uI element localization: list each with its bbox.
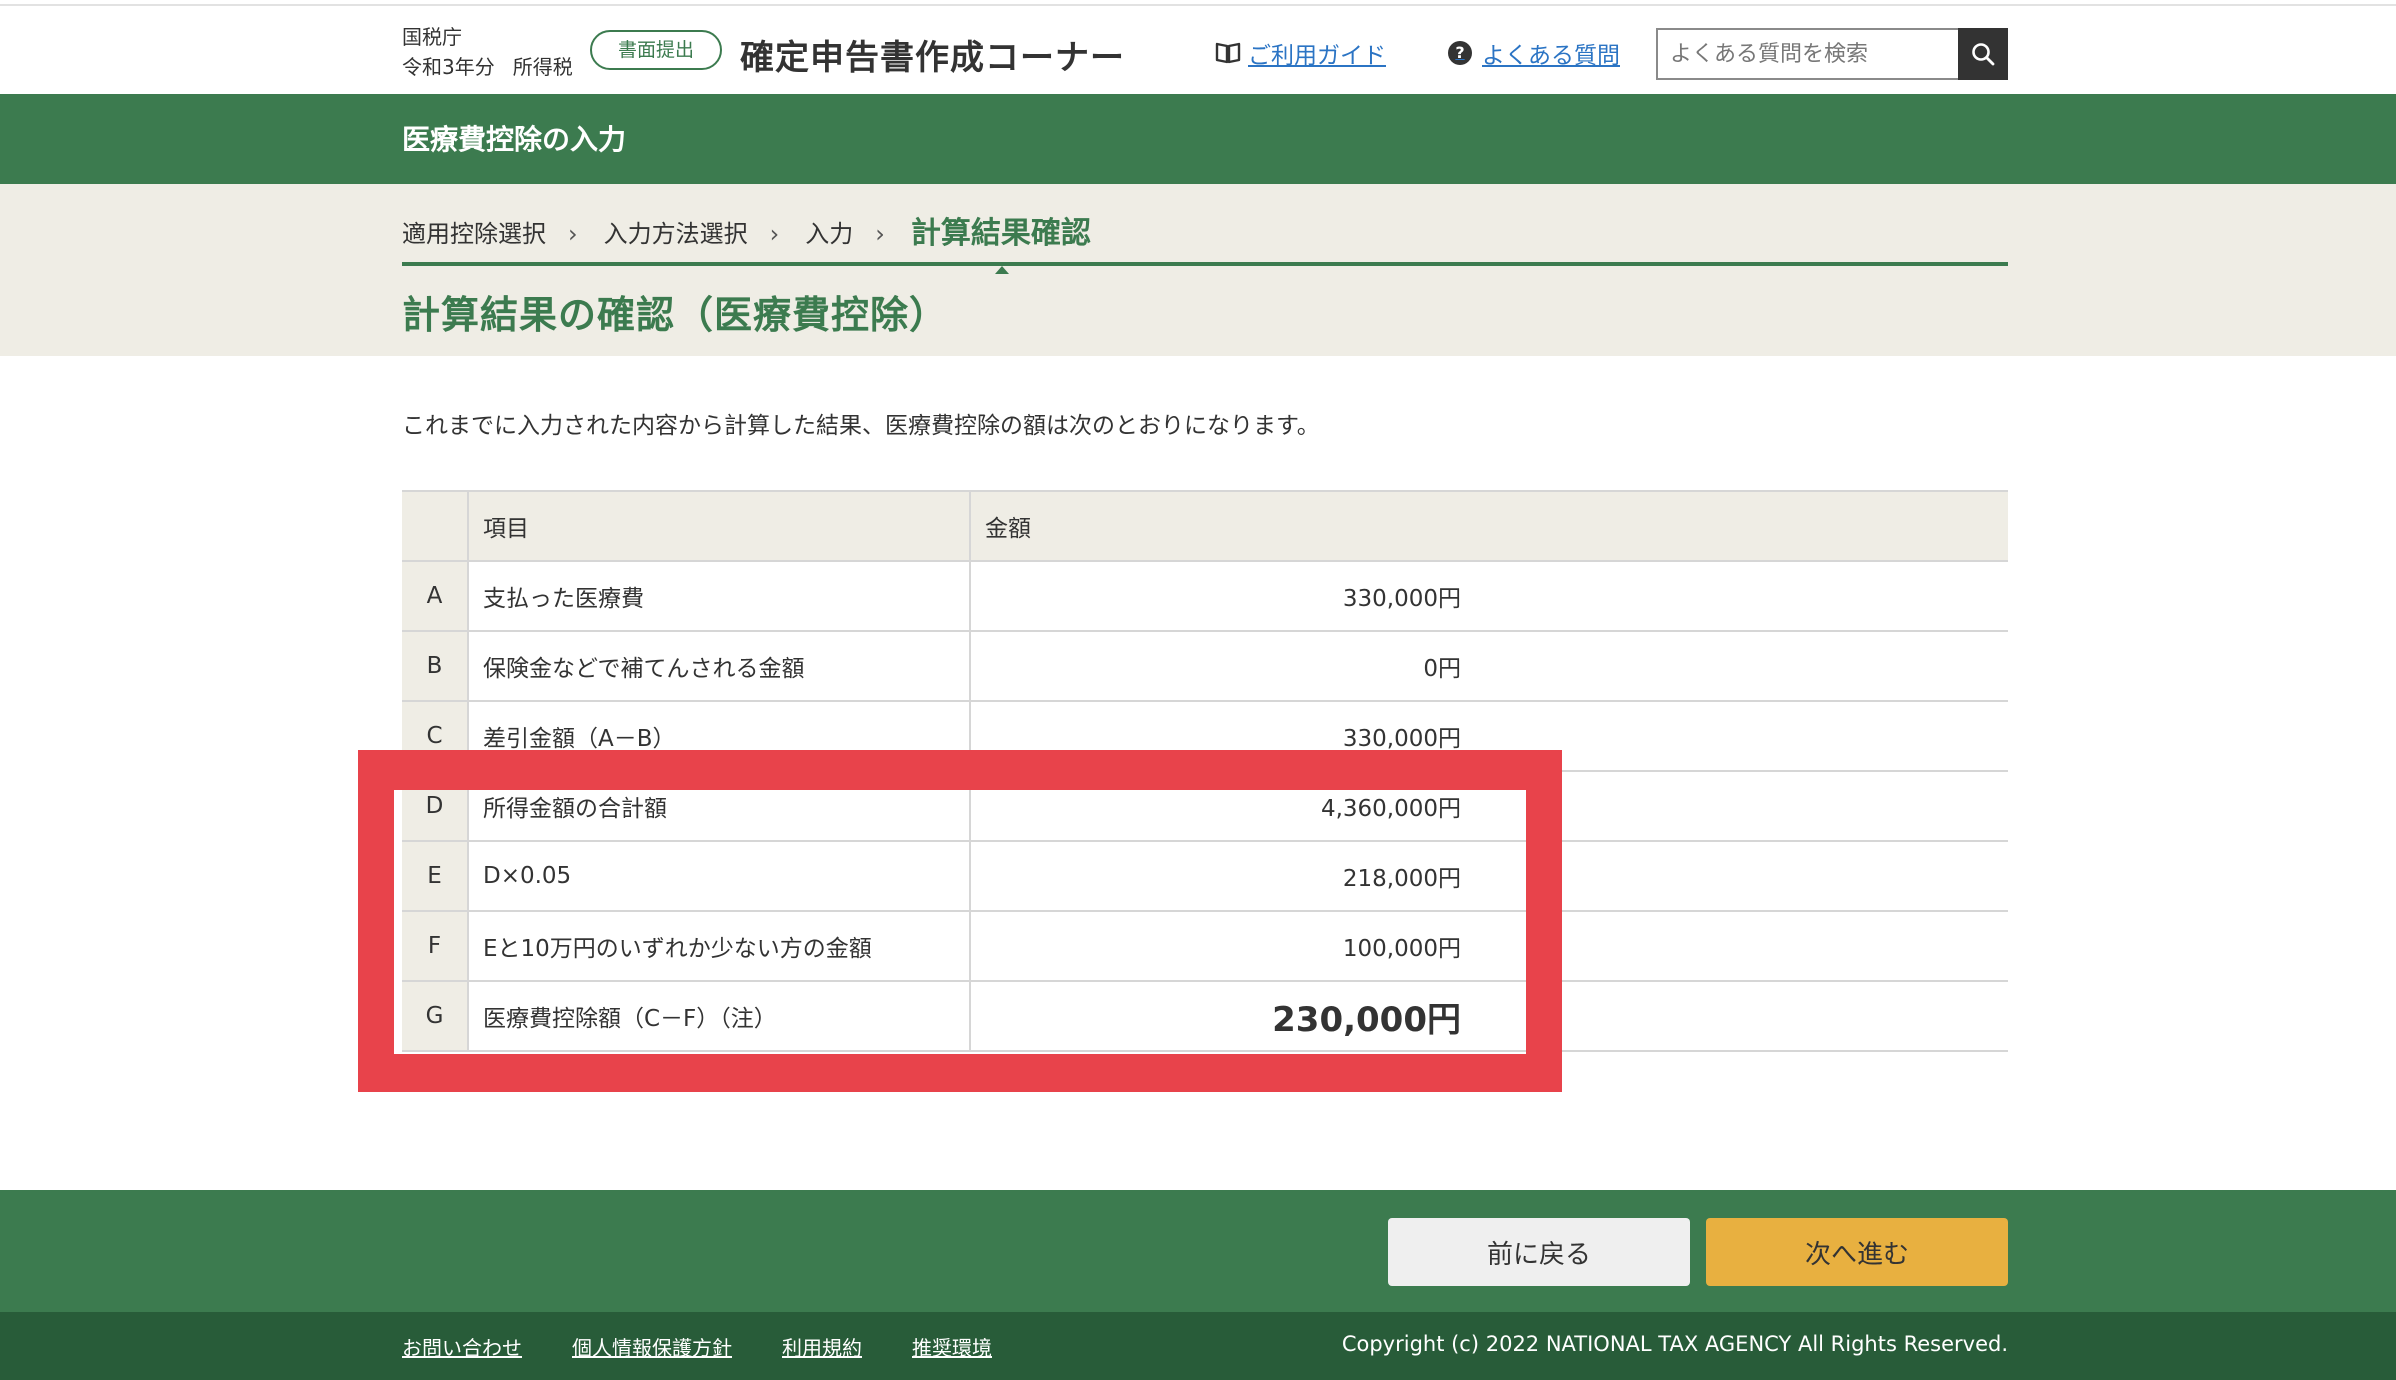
app-title: 確定申告書作成コーナー bbox=[740, 38, 1125, 78]
row-key: B bbox=[402, 631, 468, 702]
copyright: Copyright (c) 2022 NATIONAL TAX AGENCY A… bbox=[1341, 1332, 2008, 1356]
tax-year: 令和3年分 bbox=[402, 55, 495, 79]
breadcrumb-underline bbox=[402, 262, 2008, 266]
agency-info: 国税庁 令和3年分 所得税 bbox=[402, 22, 591, 82]
section-title: 医療費控除の入力 bbox=[402, 123, 627, 156]
chevron-right-icon: › bbox=[769, 220, 780, 248]
question-icon: ? bbox=[1448, 41, 1472, 65]
row-item: 保険金などで補てんされる金額 bbox=[467, 631, 971, 702]
row-item: 差引金額（A－B） bbox=[467, 701, 971, 772]
row-item: 支払った医療費 bbox=[467, 561, 971, 632]
site-footer: お問い合わせ 個人情報保護方針 利用規約 推奨環境 Copyright (c) … bbox=[0, 1312, 2396, 1380]
section-banner: 医療費控除の入力 bbox=[0, 94, 2396, 184]
title-area: 適用控除選択 › 入力方法選択 › 入力 › 計算結果確認 計算結果の確認（医療… bbox=[0, 184, 2396, 356]
filing-method-badge: 書面提出 bbox=[590, 30, 722, 70]
breadcrumb-step-2: 入力方法選択 bbox=[603, 220, 748, 248]
header-key bbox=[402, 491, 468, 562]
row-key: D bbox=[402, 771, 468, 842]
table-row: C 差引金額（A－B） 330,000円 bbox=[402, 701, 2008, 772]
privacy-policy-link[interactable]: 個人情報保護方針 bbox=[572, 1332, 732, 1361]
row-amount: 218,000円 bbox=[1342, 866, 1461, 892]
row-item: D×0.05 bbox=[467, 841, 971, 912]
search-icon bbox=[1972, 43, 1995, 66]
agency-name: 国税庁 bbox=[402, 25, 462, 49]
tax-type: 所得税 bbox=[512, 55, 573, 79]
contact-link[interactable]: お問い合わせ bbox=[402, 1332, 522, 1361]
row-key: G bbox=[402, 981, 468, 1052]
next-button[interactable]: 次へ進む bbox=[1706, 1218, 2008, 1286]
row-amount: 330,000円 bbox=[1342, 726, 1461, 752]
row-amount: 0円 bbox=[1423, 656, 1461, 682]
search-button[interactable] bbox=[1958, 28, 2008, 80]
table-row-total: G 医療費控除額（C－F）（注） 230,000円 bbox=[402, 981, 2008, 1052]
footer-navigation: 前に戻る 次へ進む bbox=[0, 1190, 2396, 1312]
table-header-row: 項目 金額 bbox=[402, 491, 2008, 562]
faq-search-input[interactable] bbox=[1656, 28, 1958, 80]
book-icon bbox=[1215, 42, 1241, 64]
user-guide-label: ご利用ガイド bbox=[1248, 43, 1386, 69]
row-amount: 330,000円 bbox=[1342, 586, 1461, 612]
lead-text: これまでに入力された内容から計算した結果、医療費控除の額は次のとおりになります。 bbox=[402, 413, 1320, 439]
row-key: F bbox=[402, 911, 468, 982]
table-row: B 保険金などで補てんされる金額 0円 bbox=[402, 631, 2008, 702]
row-item: Eと10万円のいずれか少ない方の金額 bbox=[467, 911, 971, 982]
breadcrumb: 適用控除選択 › 入力方法選択 › 入力 › 計算結果確認 bbox=[402, 212, 2008, 292]
faq-label: よくある質問 bbox=[1482, 43, 1620, 69]
row-item: 所得金額の合計額 bbox=[467, 771, 971, 842]
chevron-right-icon: › bbox=[875, 220, 885, 248]
table-row: A 支払った医療費 330,000円 bbox=[402, 561, 2008, 632]
header-item: 項目 bbox=[467, 491, 971, 562]
breadcrumb-step-3: 入力 bbox=[805, 220, 854, 248]
calculation-result-table: 項目 金額 A 支払った医療費 330,000円 B 保険金などで補てんされる金… bbox=[402, 490, 2008, 1052]
page-title: 計算結果の確認（医療費控除） bbox=[402, 293, 949, 337]
breadcrumb-step-current: 計算結果確認 bbox=[911, 212, 1091, 274]
recommended-environment-link[interactable]: 推奨環境 bbox=[912, 1332, 992, 1361]
site-header: 国税庁 令和3年分 所得税 書面提出 確定申告書作成コーナー ご利用ガイド ? よ… bbox=[0, 6, 2396, 94]
footer-links: お問い合わせ 個人情報保護方針 利用規約 推奨環境 bbox=[402, 1332, 1042, 1361]
header-amount: 金額 bbox=[970, 491, 2008, 562]
breadcrumb-step-1: 適用控除選択 bbox=[402, 220, 546, 248]
table-row: E D×0.05 218,000円 bbox=[402, 841, 2008, 912]
row-key: C bbox=[402, 701, 468, 772]
row-item: 医療費控除額（C－F）（注） bbox=[467, 981, 971, 1052]
row-amount: 4,360,000円 bbox=[1320, 796, 1461, 822]
row-key: E bbox=[402, 841, 468, 912]
faq-link[interactable]: ? よくある質問 bbox=[1448, 36, 1620, 70]
row-amount: 100,000円 bbox=[1342, 936, 1461, 962]
total-deduction-amount: 230,000円 bbox=[1272, 999, 1461, 1040]
chevron-right-icon: › bbox=[568, 220, 578, 248]
row-key: A bbox=[402, 561, 468, 632]
table-row: F Eと10万円のいずれか少ない方の金額 100,000円 bbox=[402, 911, 2008, 982]
user-guide-link[interactable]: ご利用ガイド bbox=[1214, 36, 1386, 70]
back-button[interactable]: 前に戻る bbox=[1388, 1218, 1690, 1286]
terms-of-use-link[interactable]: 利用規約 bbox=[782, 1332, 862, 1361]
table-row: D 所得金額の合計額 4,360,000円 bbox=[402, 771, 2008, 842]
